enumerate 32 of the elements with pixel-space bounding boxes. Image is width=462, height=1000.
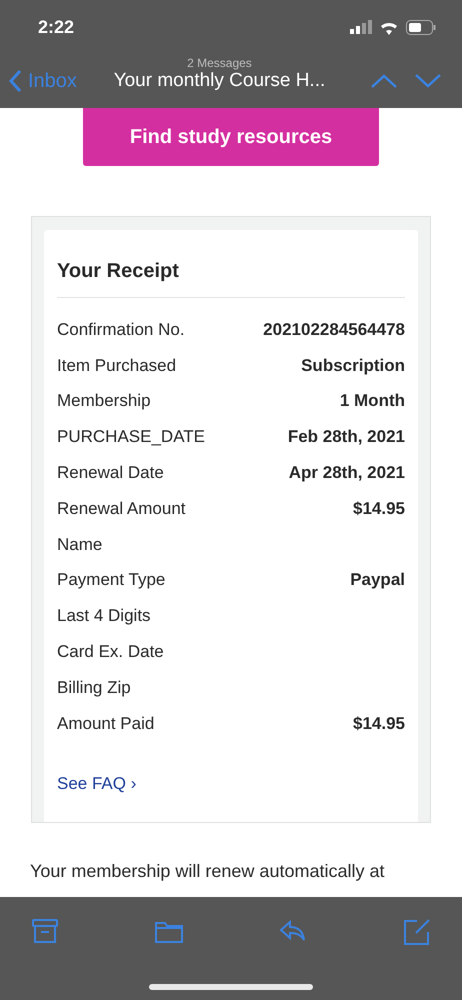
- email-subject: Your monthly Course H...: [114, 70, 326, 92]
- receipt-label: Name: [57, 534, 102, 555]
- signal-icon: [350, 20, 372, 34]
- receipt-value: Apr 28th, 2021: [288, 463, 405, 484]
- receipt-value: Subscription: [301, 356, 405, 376]
- receipt-label: Amount Paid: [57, 714, 154, 734]
- compose-icon: [402, 917, 432, 947]
- receipt-value: Paypal: [350, 570, 405, 590]
- status-time: 2:22: [38, 16, 74, 38]
- receipt-value: 202102284564478: [263, 320, 405, 340]
- receipt-label: Renewal Date: [57, 463, 164, 484]
- receipt-label: Confirmation No.: [57, 320, 185, 340]
- receipt-value: $14.95: [353, 714, 405, 734]
- receipt-value: $14.95: [353, 498, 405, 519]
- receipt-label: Item Purchased: [57, 356, 176, 376]
- compose-button[interactable]: [402, 917, 432, 947]
- receipt-label: PURCHASE_DATE: [57, 427, 205, 448]
- receipt-label: Card Ex. Date: [57, 642, 164, 662]
- receipt-value: Feb 28th, 2021: [288, 427, 405, 448]
- see-faq-link[interactable]: See FAQ ›: [57, 774, 136, 794]
- receipt-label: Payment Type: [57, 570, 166, 590]
- receipt-title: Your Receipt: [57, 260, 405, 298]
- receipt-label: Renewal Amount: [57, 498, 186, 519]
- receipt-label: Billing Zip: [57, 678, 131, 698]
- body-text: Your membership will renew automatically at: [30, 860, 386, 882]
- message-count: 2 Messages: [187, 56, 252, 70]
- find-study-resources-button[interactable]: Find study resources: [83, 108, 379, 166]
- receipt-value: 1 Month: [340, 391, 405, 412]
- receipt-label: Last 4 Digits: [57, 606, 151, 626]
- battery-icon: [406, 20, 436, 34]
- chevron-left-icon: [8, 69, 22, 93]
- receipt-label: Membership: [57, 391, 151, 412]
